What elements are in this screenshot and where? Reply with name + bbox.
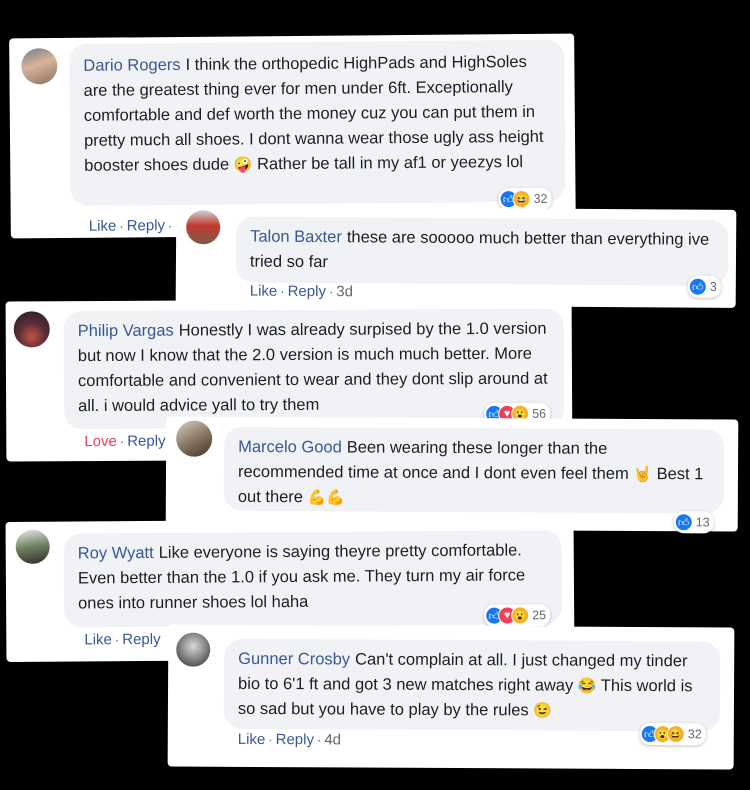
avatar[interactable] <box>176 420 213 457</box>
haha-icon: 😆 <box>666 725 685 744</box>
comment-actions: Like · Reply <box>84 630 161 649</box>
avatar[interactable] <box>176 632 211 667</box>
haha-icon: 😆 <box>512 189 531 209</box>
avatar[interactable] <box>21 48 58 85</box>
reply-button[interactable]: Reply <box>288 283 326 300</box>
reaction-summary[interactable]: 👍︎ 😮 😆 32 <box>639 722 706 746</box>
like-icon: 👍︎ <box>674 513 693 532</box>
rock-hand-emoji: 🤘 <box>633 465 653 484</box>
commenter-name[interactable]: Talon Baxter <box>250 228 342 247</box>
comment-actions: Love · Reply <box>84 432 166 451</box>
reaction-summary[interactable]: 👍︎ 3 <box>687 275 721 298</box>
reaction-summary[interactable]: 👍︎ 😆 32 <box>498 187 552 211</box>
comment-actions: Like · Reply · <box>88 217 173 235</box>
reaction-count: 32 <box>687 727 702 742</box>
reply-button[interactable]: Reply <box>122 631 160 648</box>
comment-text-continued: Rather be tall in my af1 or yeezys lol <box>256 152 524 174</box>
comment-card: Marcelo Good Been wearing these longer th… <box>165 416 739 534</box>
reaction-summary[interactable]: 👍︎ 13 <box>673 511 714 534</box>
like-button[interactable]: Like <box>250 283 278 300</box>
comment-actions: Like · Reply · 4d <box>237 730 342 749</box>
winking-face-emoji: 😉 <box>533 702 553 720</box>
like-button[interactable]: Like <box>238 731 266 748</box>
reply-button[interactable]: Reply <box>276 731 314 748</box>
reaction-count: 13 <box>695 515 710 530</box>
reaction-count: 32 <box>533 191 548 206</box>
zany-face-emoji: 🤪 <box>233 156 253 174</box>
avatar[interactable] <box>15 529 50 564</box>
like-button[interactable]: Like <box>89 218 117 235</box>
comment-bubble: Talon Baxter these are sooooo much better… <box>235 216 729 286</box>
wow-icon: 😮 <box>511 606 530 625</box>
tears-of-joy-emoji: 😂 <box>577 677 597 695</box>
reaction-count: 25 <box>532 608 547 623</box>
comment-age[interactable]: 4d <box>324 731 341 748</box>
reaction-count: 3 <box>709 279 717 294</box>
comment-card: Gunner Crosby Can't complain at all. I ju… <box>167 624 735 770</box>
comment-bubble: Gunner Crosby Can't complain at all. I ju… <box>223 638 721 732</box>
comment-card: Talon Baxter these are sooooo much better… <box>175 206 737 308</box>
commenter-name[interactable]: Dario Rogers <box>83 56 180 75</box>
commenter-name[interactable]: Roy Wyatt <box>78 544 154 563</box>
reaction-summary[interactable]: 👍︎ ♥ 😮 25 <box>484 604 551 627</box>
commenter-name[interactable]: Gunner Crosby <box>238 650 350 669</box>
commenter-name[interactable]: Philip Vargas <box>78 322 174 341</box>
flexed-biceps-emoji: 💪💪 <box>307 489 346 507</box>
comment-actions: Like · Reply · 3d <box>249 282 354 301</box>
avatar[interactable] <box>13 311 50 348</box>
like-button[interactable]: Like <box>84 631 112 648</box>
comment-bubble: Marcelo Good Been wearing these longer th… <box>223 426 725 514</box>
love-button[interactable]: Love <box>84 433 117 450</box>
reply-button[interactable]: Reply <box>127 217 166 234</box>
commenter-name[interactable]: Marcelo Good <box>238 438 342 457</box>
avatar[interactable] <box>186 210 221 245</box>
reply-button[interactable]: Reply <box>127 433 165 450</box>
comment-age[interactable]: 3d <box>336 283 353 300</box>
comment-bubble: Dario Rogers I think the orthopedic HighP… <box>69 39 566 206</box>
like-icon: 👍︎ <box>688 277 707 296</box>
